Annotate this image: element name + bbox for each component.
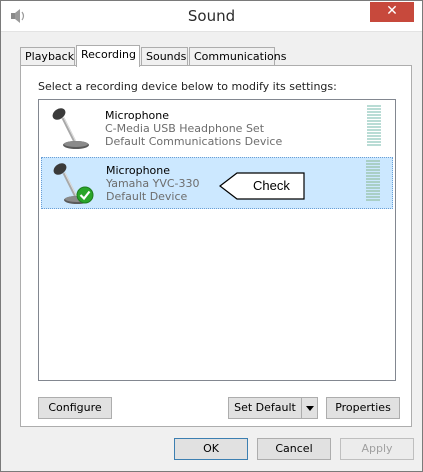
microphone-icon [52,108,89,149]
sound-dialog: Sound ✕ Playback Recording Sounds Commun… [0,0,423,472]
set-default-label: Set Default [234,401,296,414]
device-status: Default Communications Device [105,135,283,148]
cancel-button[interactable]: Cancel [257,438,331,460]
ok-button[interactable]: OK [174,438,248,460]
device-status: Default Device [106,190,188,203]
device-name: Microphone [106,164,171,177]
title-bar: Sound ✕ [1,1,422,32]
dropdown-arrow-icon[interactable] [301,398,317,418]
list-item-device-2[interactable]: Microphone Yamaha YVC-330 Default Device [41,157,393,209]
recording-panel: Select a recording device below to modif… [20,65,412,427]
device-model: C-Media USB Headphone Set [105,122,265,135]
apply-button[interactable]: Apply [340,438,414,460]
properties-button[interactable]: Properties [326,397,400,419]
recording-device-list[interactable]: Microphone C-Media USB Headphone Set Def… [38,99,396,381]
set-default-button[interactable]: Set Default [228,397,318,419]
configure-button[interactable]: Configure [38,397,112,419]
close-button[interactable]: ✕ [370,2,414,22]
list-item-device-1[interactable]: Microphone C-Media USB Headphone Set Def… [41,103,393,155]
green-check-icon [76,186,94,204]
device-name: Microphone [105,109,170,122]
check-callout: Check [219,172,305,200]
tab-sounds[interactable]: Sounds [141,47,188,66]
tab-communications[interactable]: Communications [189,47,286,66]
callout-text: Check [253,178,290,193]
level-meter [366,160,380,206]
tab-playback[interactable]: Playback [20,47,75,66]
tab-recording[interactable]: Recording [76,45,140,67]
instructions-text: Select a recording device below to modif… [38,80,337,93]
level-meter [367,105,381,151]
window-title: Sound [187,7,236,25]
device-model: Yamaha YVC-330 [106,177,200,190]
